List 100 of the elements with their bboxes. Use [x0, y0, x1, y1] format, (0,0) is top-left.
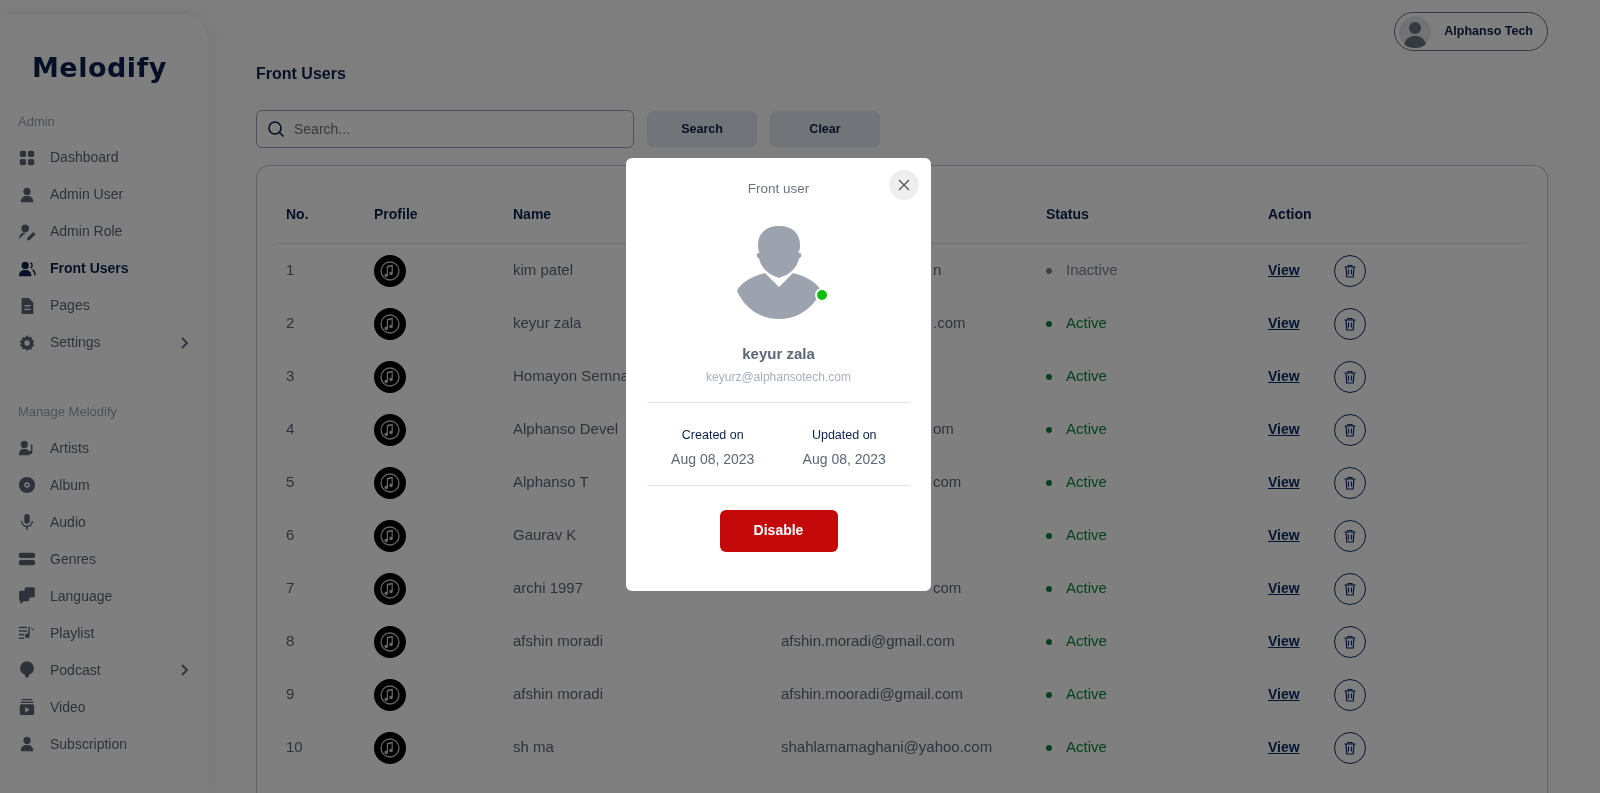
clear-button[interactable]: Clear — [770, 111, 880, 147]
date-label: Created on — [681, 426, 744, 444]
status-text: Active — [1066, 631, 1107, 652]
table-cell: om — [933, 420, 954, 438]
column-header: Name — [513, 205, 552, 224]
trash-icon — [1342, 580, 1358, 597]
person-icon — [18, 735, 36, 753]
table-cell: com — [933, 579, 962, 597]
table-cell-text: afshin moradi — [513, 631, 604, 652]
table-cell: afshin.mooradi@gmail.com — [781, 685, 963, 703]
sidebar-item[interactable]: Artists — [18, 429, 190, 467]
disc-icon — [18, 476, 36, 494]
trash-icon — [1342, 686, 1358, 703]
table-cell-text: 10 — [286, 737, 303, 758]
sidebar-item[interactable]: Front Users — [18, 250, 190, 287]
table-cell-text: 5 — [286, 472, 295, 493]
status-text: Active — [1066, 684, 1107, 705]
sidebar-item[interactable]: Pages — [18, 287, 190, 324]
view-link[interactable]: View — [1268, 421, 1300, 438]
music-note-icon — [374, 625, 406, 658]
column-header: Action — [1268, 205, 1312, 224]
status-text: Active — [1066, 578, 1107, 599]
sidebar-item[interactable]: Subscription — [18, 725, 190, 763]
table-cell-text: Gaurav K — [513, 525, 577, 546]
column-header: No. — [286, 205, 309, 224]
sidebar-item[interactable]: Admin User — [18, 176, 190, 213]
table-cell: shahlamamaghani@yahoo.com — [781, 738, 993, 756]
sidebar-item[interactable]: Settings — [18, 324, 190, 361]
trash-icon — [1342, 633, 1358, 650]
view-link[interactable]: View — [1268, 633, 1300, 650]
status-text: Active — [1066, 313, 1107, 334]
music-note-icon — [374, 307, 406, 340]
user-menu[interactable]: Alphanso Tech — [1394, 12, 1548, 51]
column-header: Profile — [374, 205, 418, 224]
view-link[interactable]: View — [1268, 315, 1300, 332]
person-icon — [18, 185, 36, 204]
trash-icon — [1342, 262, 1358, 279]
view-link[interactable]: View — [1268, 527, 1300, 544]
music-note-icon — [374, 678, 406, 711]
table-cell-text: keyur zala — [513, 313, 582, 334]
sidebar-item[interactable]: Audio — [18, 503, 190, 541]
table-cell: afshin.moradi@gmail.com — [781, 632, 955, 650]
search-field[interactable]: Search... — [256, 110, 634, 148]
bars-icon — [18, 550, 36, 568]
video-icon — [18, 698, 36, 716]
date-label: Updated on — [811, 426, 877, 444]
trash-icon — [1342, 421, 1358, 438]
status-text: Active — [1066, 525, 1107, 546]
music-note-icon — [374, 519, 406, 552]
music-note-icon — [374, 254, 406, 287]
view-link[interactable]: View — [1268, 580, 1300, 597]
table-cell: .com — [933, 314, 966, 332]
table-cell-text: archi 1997 — [513, 578, 584, 599]
page-title: Front Users — [256, 64, 346, 84]
table-cell-text: 3 — [286, 366, 295, 387]
person-edit-icon — [18, 222, 36, 241]
user-name: keyur zala — [742, 344, 815, 365]
table-cell-text: Alphanso T — [513, 472, 589, 493]
sidebar-item[interactable]: Video — [18, 688, 190, 726]
modal-title: Front user — [747, 180, 810, 198]
trash-icon — [1342, 315, 1358, 332]
playlist-icon — [18, 624, 36, 642]
view-link[interactable]: View — [1268, 368, 1300, 385]
close-icon — [898, 179, 910, 191]
trash-icon — [1342, 527, 1358, 544]
sidebar-item[interactable]: Genres — [18, 540, 190, 578]
view-link[interactable]: View — [1268, 739, 1300, 756]
table-cell-text: 8 — [286, 631, 295, 652]
view-link[interactable]: View — [1268, 686, 1300, 703]
table-cell-text: sh ma — [513, 737, 554, 758]
sidebar-item[interactable]: Podcast — [18, 651, 190, 689]
status-text: Active — [1066, 472, 1107, 493]
date-value: Aug 08, 2023 — [671, 449, 755, 469]
disable-button[interactable]: Disable — [719, 509, 838, 552]
music-note-icon — [374, 466, 406, 499]
microphone-icon — [18, 513, 36, 531]
table-cell-text: 4 — [286, 419, 295, 440]
view-link[interactable]: View — [1268, 474, 1300, 491]
sidebar-item[interactable]: Playlist — [18, 614, 190, 652]
column-header: Status — [1046, 205, 1089, 224]
table-cell: n — [933, 261, 942, 279]
table-cell-text: Alphanso Devel — [513, 419, 619, 440]
sidebar-item[interactable]: Admin Role — [18, 213, 190, 250]
view-link[interactable]: View — [1268, 262, 1300, 279]
status-text: Active — [1066, 737, 1107, 758]
grid-icon — [18, 148, 36, 167]
sidebar-item[interactable]: Dashboard — [18, 139, 190, 176]
sidebar-item[interactable]: Album — [18, 466, 190, 504]
date-value: Aug 08, 2023 — [802, 449, 886, 469]
close-button[interactable] — [889, 170, 919, 200]
search-icon — [267, 120, 285, 138]
table-cell-text: 9 — [286, 684, 295, 705]
search-button[interactable]: Search — [647, 111, 757, 147]
table-cell-text: 6 — [286, 525, 295, 546]
table-cell-text: 1 — [286, 260, 295, 281]
status-text: Active — [1066, 419, 1107, 440]
logo: Melodify — [32, 51, 167, 85]
music-note-icon — [374, 413, 406, 446]
table-cell-text: kim patel — [513, 260, 574, 281]
sidebar-item[interactable]: Language — [18, 577, 190, 615]
